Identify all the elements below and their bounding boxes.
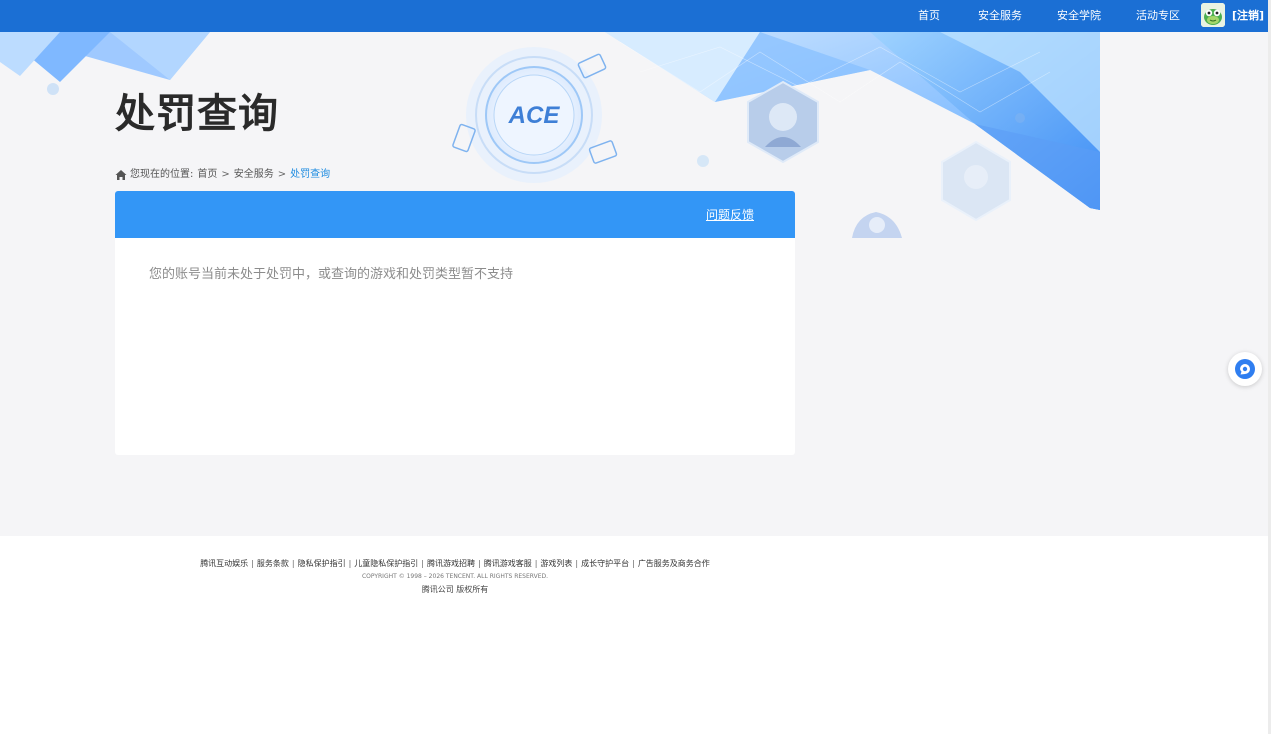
footer-separator: | bbox=[632, 559, 635, 568]
footer-link[interactable]: 成长守护平台 bbox=[581, 559, 629, 568]
page-title: 处罚查询 bbox=[115, 91, 279, 137]
feedback-link[interactable]: 问题反馈 bbox=[706, 207, 754, 223]
copyright-text: COPYRIGHT © 1998 – 2026 TENCENT. ALL RIG… bbox=[361, 573, 549, 580]
nav-item-events[interactable]: 活动专区 bbox=[1136, 9, 1180, 23]
footer-separator: | bbox=[575, 559, 579, 568]
breadcrumb-separator: > bbox=[277, 169, 287, 180]
result-panel-header: 问题反馈 bbox=[115, 191, 795, 238]
breadcrumb: 您现在的位置: 首页 > 安全服务 > 处罚查询 bbox=[115, 168, 330, 182]
footer-link[interactable]: 腾讯游戏客服 bbox=[484, 559, 532, 568]
chat-bubble-icon bbox=[1235, 359, 1255, 379]
character-hexagon-badge-faded bbox=[941, 140, 1011, 222]
footer-link[interactable]: 广告服务及商务合作 bbox=[638, 559, 710, 568]
top-nav-bar: 首页 安全服务 安全学院 活动专区 [注销] bbox=[0, 0, 1268, 32]
company-rights-text: 腾讯公司 版权所有 bbox=[421, 585, 489, 594]
footer-link[interactable]: 腾讯互动娱乐 bbox=[200, 559, 248, 568]
breadcrumb-separator: > bbox=[221, 169, 230, 180]
svg-text:ACE: ACE bbox=[508, 102, 561, 129]
footer-separator: | bbox=[291, 559, 295, 568]
breadcrumb-item-home[interactable]: 首页 bbox=[197, 168, 217, 182]
footer-separator: | bbox=[251, 559, 254, 568]
breadcrumb-item-security-service[interactable]: 安全服务 bbox=[234, 168, 274, 182]
footer-link[interactable]: 游戏列表 bbox=[540, 559, 572, 568]
breadcrumb-prefix: 您现在的位置: bbox=[130, 169, 194, 180]
footer-link[interactable]: 服务条款 bbox=[257, 559, 289, 568]
footer-separator: | bbox=[534, 559, 538, 568]
logout-link[interactable]: [注销] bbox=[1232, 9, 1264, 23]
ace-logo-emblem: ACE bbox=[452, 47, 618, 183]
footer-separator: | bbox=[478, 559, 481, 568]
footer-separator: | bbox=[421, 559, 424, 568]
nav-item-security-academy[interactable]: 安全学院 bbox=[1057, 9, 1101, 23]
empty-result-message: 您的账号当前未处于处罚中，或查询的游戏和处罚类型暂不支持 bbox=[149, 267, 514, 282]
breadcrumb-item-current: 处罚查询 bbox=[290, 169, 331, 180]
nav-item-home[interactable]: 首页 bbox=[918, 9, 940, 23]
footer-separator: | bbox=[348, 559, 352, 568]
user-avatar-icon[interactable] bbox=[1201, 3, 1225, 27]
footer-link[interactable]: 隐私保护指引 bbox=[298, 559, 346, 568]
character-hexagon-badge bbox=[747, 80, 819, 164]
character-peek-figure bbox=[852, 212, 902, 238]
floating-chat-button[interactable] bbox=[1228, 352, 1262, 386]
footer-links: 腾讯互动娱乐 | 服务条款 | 隐私保护指引 | 儿童隐私保护指引 | 腾讯游戏招聘 | 腾讯游戏客… bbox=[0, 558, 910, 570]
nav-item-security-service[interactable]: 安全服务 bbox=[978, 9, 1022, 23]
result-panel: 问题反馈 您的账号当前未处于处罚中，或查询的游戏和处罚类型暂不支持 bbox=[115, 191, 795, 455]
footer-link[interactable]: 儿童隐私保护指引 bbox=[354, 559, 418, 568]
home-icon bbox=[115, 170, 127, 180]
footer-link[interactable]: 腾讯游戏招聘 bbox=[427, 559, 475, 568]
